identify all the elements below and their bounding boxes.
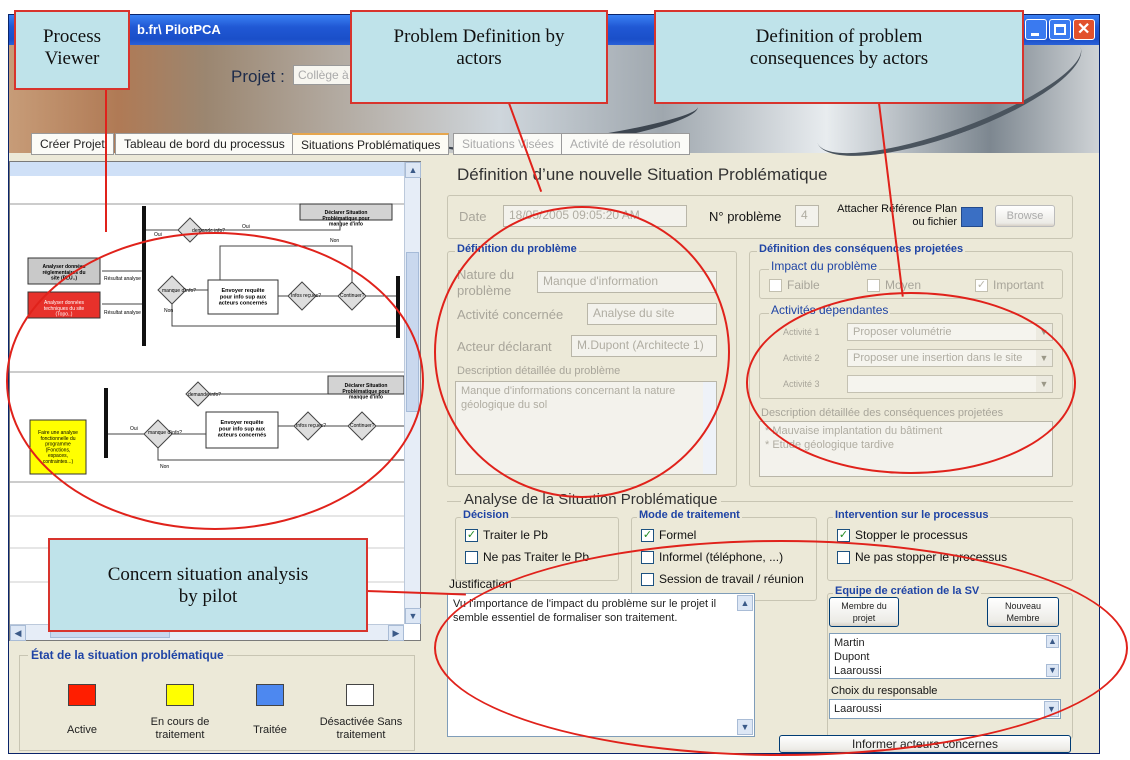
close-button[interactable]: ✕ (1073, 19, 1095, 40)
important-checkbox[interactable]: ✓ (975, 279, 988, 292)
viewer-header-strip (10, 162, 420, 176)
legend-label: Désactivée Sans traitement (319, 716, 403, 741)
annotation-ellipse-analysis (434, 540, 1128, 756)
faible-label: Faible (787, 278, 820, 292)
ne-pas-traiter-checkbox[interactable] (465, 551, 478, 564)
decision-title: Décision (461, 509, 511, 521)
tab-activite-resolution[interactable]: Activité de résolution (561, 133, 690, 155)
stopper-checkbox[interactable]: ✓ (837, 529, 850, 542)
moyen-checkbox[interactable] (867, 279, 880, 292)
formel-label: Formel (659, 528, 697, 542)
diagram-label: Non (330, 238, 339, 244)
tab-tableau-de-bord[interactable]: Tableau de bord du processus (115, 133, 294, 155)
legend-label: En cours de traitement (150, 716, 210, 741)
intervention-title: Intervention sur le processus (833, 509, 991, 521)
projet-label: Projet : (231, 67, 285, 86)
annotation-ellipse-consequences (746, 292, 1076, 474)
annotation-ellipse-process (6, 232, 424, 530)
scroll-left-button[interactable]: ◀ (10, 625, 26, 641)
tab-situations-problematiques[interactable]: Situations Problématiques (292, 133, 450, 155)
legend-panel: État de la situation problématique Activ… (19, 648, 415, 751)
mode-title: Mode de traitement (637, 509, 742, 521)
close-icon: ✕ (1077, 21, 1091, 38)
consequences-title: Définition des conséquences projetées (757, 243, 966, 255)
scroll-down-button[interactable]: ▼ (405, 608, 421, 624)
scroll-up-button[interactable]: ▲ (405, 162, 421, 178)
form-heading: Définition d’une nouvelle Situation Prob… (457, 165, 828, 184)
num-probleme-label: N° problème (709, 209, 782, 224)
attach-file-icon[interactable] (961, 207, 983, 227)
impact-title: Impact du problème (769, 259, 880, 273)
formel-checkbox[interactable]: ✓ (641, 529, 654, 542)
attach-label: Attacher Référence Plan ou fichier (837, 203, 957, 228)
diagram-label: Déclarer Situation Problématique pour manq… (322, 210, 369, 228)
callout-process-viewer: Process Viewer (14, 10, 130, 90)
legend-swatch-traitee (256, 684, 284, 706)
legend-swatch-desactivee (346, 684, 374, 706)
maximize-icon (1054, 24, 1066, 35)
num-probleme-field[interactable]: 4 (795, 205, 819, 227)
annotation-ellipse-problem (434, 206, 730, 498)
legend-label: Traitée (253, 724, 287, 736)
legend-label: Active (67, 724, 97, 736)
faible-checkbox[interactable] (769, 279, 782, 292)
tab-creer-projet[interactable]: Créer Projet (31, 133, 114, 155)
legend-title: État de la situation problématique (28, 648, 227, 662)
date-label: Date (459, 209, 487, 224)
diagram-label-line: manque d'info (329, 222, 363, 228)
traiter-label: Traiter le Pb (483, 528, 548, 542)
stopper-label: Stopper le processus (855, 528, 968, 542)
tab-situations-visees[interactable]: Situations Visées (453, 133, 563, 155)
annotation-leader (105, 90, 107, 232)
callout-concern-analysis: Concern situation analysis by pilot (48, 538, 368, 632)
traiter-checkbox[interactable]: ✓ (465, 529, 478, 542)
diagram-label: Oui (242, 224, 250, 230)
important-label: Important (993, 278, 1044, 292)
legend-swatch-en-cours (166, 684, 194, 706)
callout-consequences: Definition of problem consequences by ac… (654, 10, 1024, 104)
window-title: b.fr\ PilotPCA (137, 22, 221, 37)
callout-problem-definition: Problem Definition by actors (350, 10, 608, 104)
legend-swatch-active (68, 684, 96, 706)
scroll-right-button[interactable]: ▶ (388, 625, 404, 641)
browse-button[interactable]: Browse (995, 205, 1055, 227)
